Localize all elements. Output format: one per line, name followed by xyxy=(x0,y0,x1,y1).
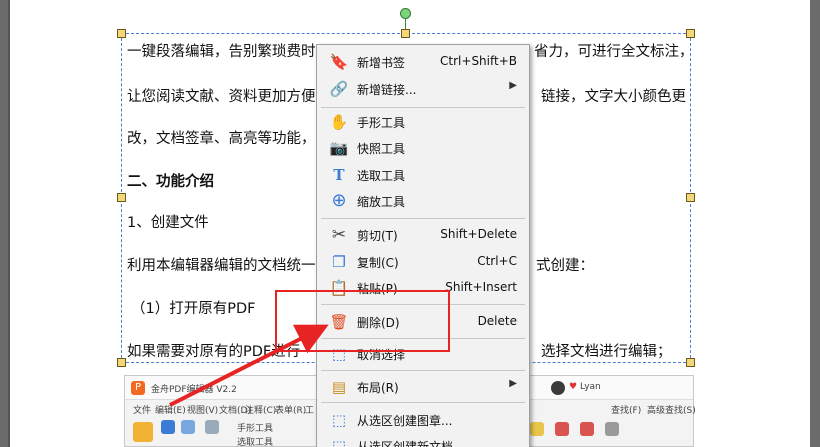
red-arrow-annotation xyxy=(169,324,329,407)
